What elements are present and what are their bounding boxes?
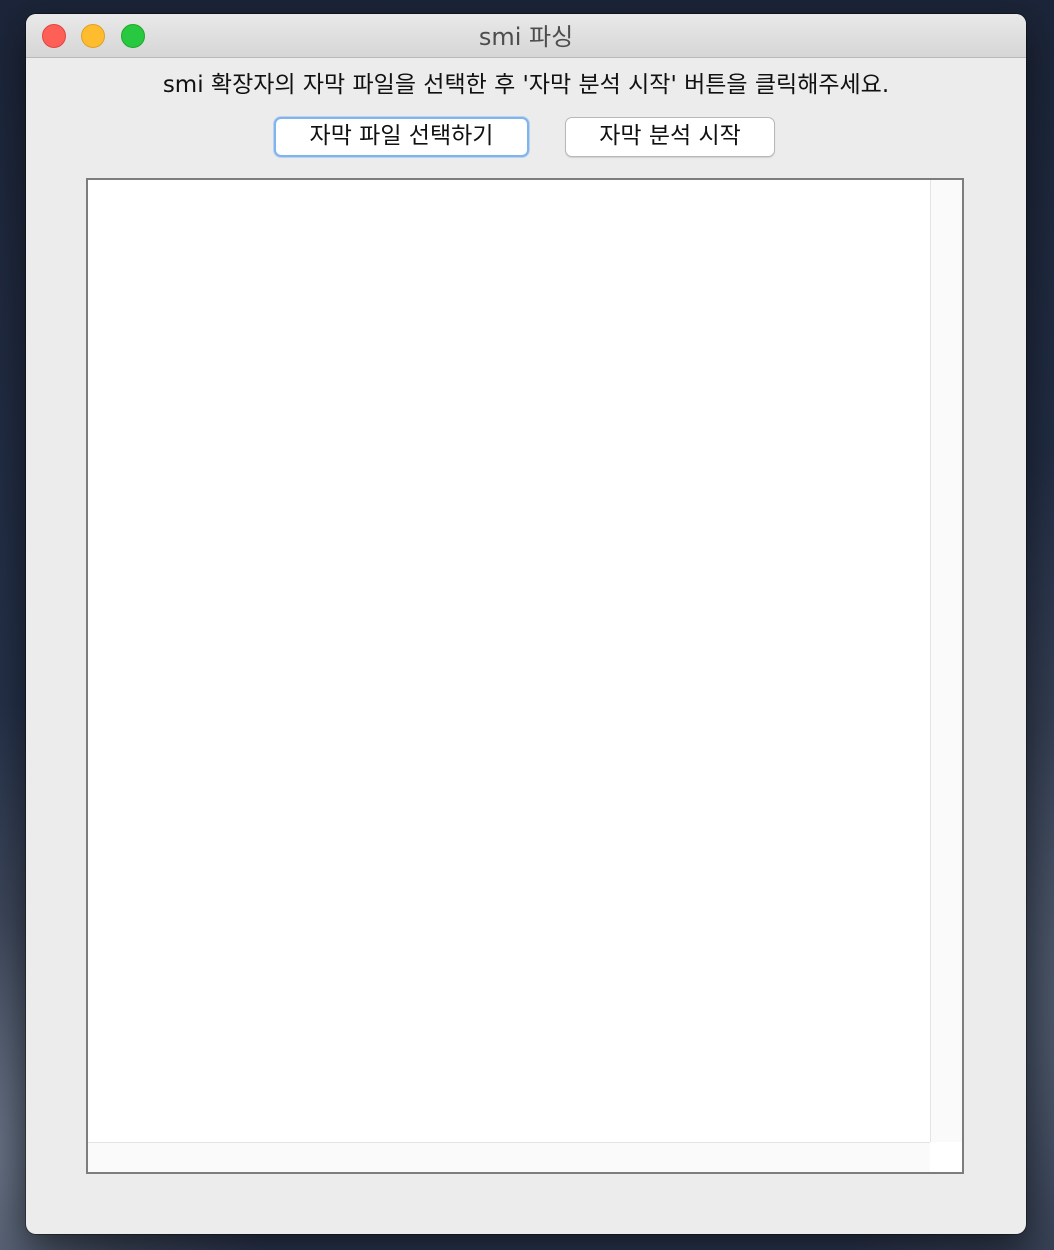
start-analysis-button[interactable]: 자막 분석 시작	[565, 117, 775, 157]
vertical-scrollbar[interactable]	[930, 180, 962, 1142]
horizontal-scrollbar[interactable]	[88, 1142, 930, 1172]
output-text-area[interactable]	[86, 178, 964, 1174]
window-title: smi 파싱	[478, 23, 574, 51]
scroll-corner	[930, 1142, 962, 1172]
app-window: smi 파싱 smi 확장자의 자막 파일을 선택한 후 '자막 분석 시작' …	[26, 14, 1026, 1234]
title-bar[interactable]: smi 파싱	[26, 14, 1026, 58]
select-file-button[interactable]: 자막 파일 선택하기	[274, 117, 529, 157]
instruction-label: smi 확장자의 자막 파일을 선택한 후 '자막 분석 시작' 버튼을 클릭해…	[162, 72, 890, 98]
output-text[interactable]	[88, 180, 930, 1142]
